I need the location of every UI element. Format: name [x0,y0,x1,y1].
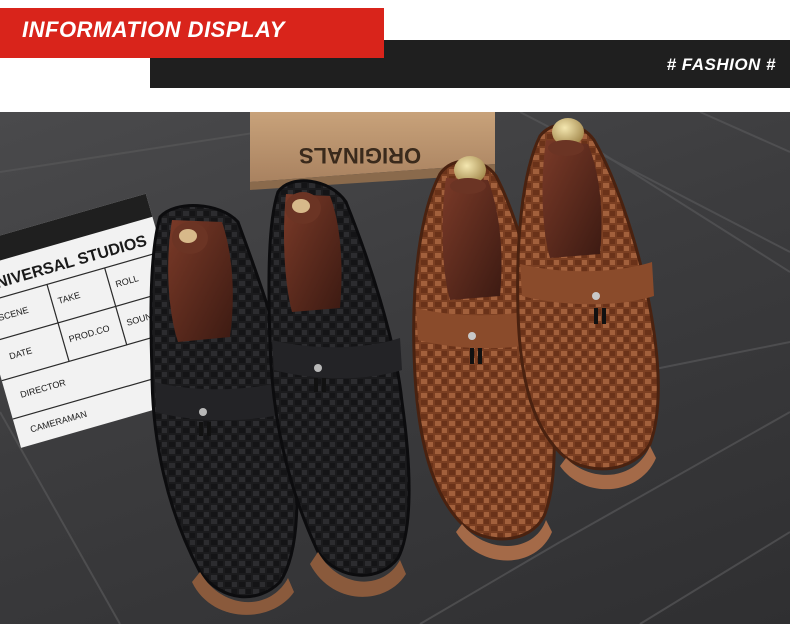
shoes-illustration: ORIGINALS UNIVERSAL STUDIOS SCENE TAKE R… [0,112,790,624]
banner-title: INFORMATION DISPLAY [22,17,285,42]
product-photo: ORIGINALS UNIVERSAL STUDIOS SCENE TAKE R… [0,112,790,624]
box-text: ORIGINALS [299,143,421,168]
fashion-tag: # FASHION # [666,55,776,74]
header-banner: INFORMATION DISPLAY # FASHION # [0,0,790,100]
